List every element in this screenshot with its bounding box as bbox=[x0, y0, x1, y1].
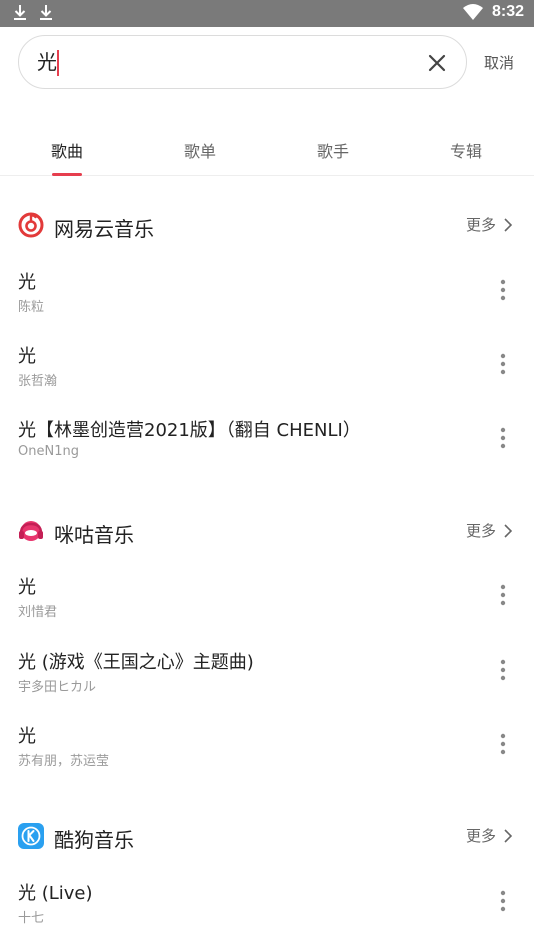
song-artist: 刘惜君 bbox=[18, 605, 58, 620]
close-icon bbox=[428, 54, 446, 72]
song-artist: 张哲瀚 bbox=[18, 374, 58, 389]
song-artist: 苏有朋，苏运莹 bbox=[18, 754, 110, 769]
active-tab-indicator bbox=[52, 173, 82, 176]
song-row[interactable]: 光 刘惜君 bbox=[0, 573, 534, 633]
more-label: 更多 bbox=[465, 216, 496, 234]
more-vertical-icon bbox=[500, 353, 506, 375]
migu-music-icon bbox=[19, 521, 43, 541]
more-label: 更多 bbox=[465, 522, 496, 540]
song-row[interactable]: 光【林墨创造营2021版】（翻自 CHENLI） OneN1ng bbox=[0, 416, 534, 476]
section-title: 网易云音乐 bbox=[54, 217, 154, 241]
song-artist: OneN1ng bbox=[18, 444, 79, 459]
song-title: 光 bbox=[18, 577, 36, 598]
more-options-button[interactable] bbox=[490, 348, 516, 380]
more-link-migu[interactable]: 更多 bbox=[466, 520, 512, 541]
more-label: 更多 bbox=[465, 827, 496, 845]
song-row[interactable]: 光 张哲瀚 bbox=[0, 342, 534, 402]
tab-songs[interactable]: 歌曲 bbox=[27, 138, 107, 162]
section-header-netease: 网易云音乐 更多 bbox=[0, 212, 534, 252]
download-icon bbox=[14, 5, 26, 20]
status-notifications bbox=[12, 4, 54, 22]
song-row[interactable]: 光 (Live) 十七 bbox=[0, 879, 534, 939]
netease-cloud-music-icon bbox=[18, 212, 44, 238]
section-header-migu: 咪咕音乐 更多 bbox=[0, 518, 534, 558]
song-title: 光 (Live) bbox=[18, 883, 93, 904]
category-tabs: 歌曲 歌单 歌手 专辑 bbox=[0, 120, 534, 176]
more-link-kugou[interactable]: 更多 bbox=[466, 825, 512, 846]
section-title: 酷狗音乐 bbox=[54, 828, 134, 852]
more-options-button[interactable] bbox=[490, 728, 516, 760]
download-icon bbox=[40, 5, 52, 20]
more-options-button[interactable] bbox=[490, 274, 516, 306]
more-vertical-icon bbox=[500, 584, 506, 606]
song-title: 光 bbox=[18, 726, 36, 747]
text-cursor bbox=[57, 50, 59, 76]
more-vertical-icon bbox=[500, 733, 506, 755]
song-title: 光 bbox=[18, 272, 36, 293]
more-options-button[interactable] bbox=[490, 422, 516, 454]
more-vertical-icon bbox=[500, 279, 506, 301]
status-bar: 8:32 bbox=[0, 0, 534, 27]
more-options-button[interactable] bbox=[490, 885, 516, 917]
song-title: 光【林墨创造营2021版】（翻自 CHENLI） bbox=[18, 420, 361, 441]
song-title: 光 (游戏《王国之心》主题曲) bbox=[18, 652, 254, 673]
song-title: 光 bbox=[18, 346, 36, 367]
tab-albums[interactable]: 专辑 bbox=[426, 138, 506, 162]
cancel-button[interactable]: 取消 bbox=[484, 52, 514, 73]
clear-search-button[interactable] bbox=[424, 50, 450, 76]
search-input[interactable]: 光 bbox=[37, 49, 57, 75]
more-vertical-icon bbox=[500, 427, 506, 449]
song-artist: 宇多田ヒカル bbox=[18, 680, 97, 695]
chevron-right-icon bbox=[504, 828, 512, 843]
more-options-button[interactable] bbox=[490, 654, 516, 686]
song-artist: 十七 bbox=[18, 911, 45, 926]
song-row[interactable]: 光 陈粒 bbox=[0, 268, 534, 328]
section-header-kugou: 酷狗音乐 更多 bbox=[0, 823, 534, 863]
status-time: 8:32 bbox=[491, 3, 524, 20]
tab-artists[interactable]: 歌手 bbox=[293, 138, 373, 162]
tab-playlists[interactable]: 歌单 bbox=[160, 138, 240, 162]
chevron-right-icon bbox=[504, 523, 512, 538]
song-row[interactable]: 光 苏有朋，苏运莹 bbox=[0, 722, 534, 782]
chevron-right-icon bbox=[504, 217, 512, 232]
more-vertical-icon bbox=[500, 659, 506, 681]
section-title: 咪咕音乐 bbox=[54, 523, 134, 547]
kugou-music-icon bbox=[18, 823, 44, 849]
more-link-netease[interactable]: 更多 bbox=[466, 214, 512, 235]
song-artist: 陈粒 bbox=[18, 300, 45, 315]
more-options-button[interactable] bbox=[490, 579, 516, 611]
wifi-icon bbox=[462, 4, 483, 20]
search-box[interactable]: 光 bbox=[18, 35, 467, 89]
song-row[interactable]: 光 (游戏《王国之心》主题曲) 宇多田ヒカル bbox=[0, 648, 534, 708]
more-vertical-icon bbox=[500, 890, 506, 912]
